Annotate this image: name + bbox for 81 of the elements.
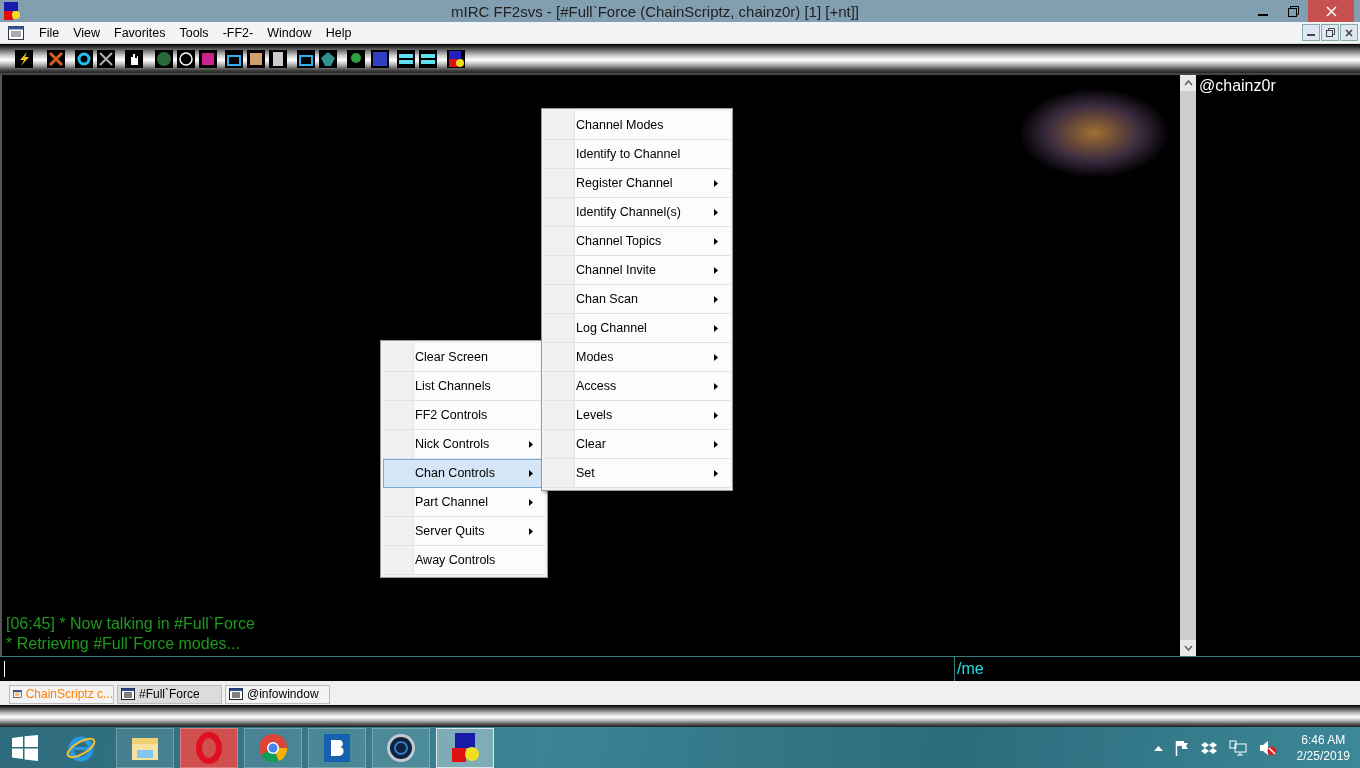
window-tab[interactable]: #Full`Force: [117, 684, 222, 704]
disc-icon: [385, 731, 417, 764]
window-title: mIRC FF2svs - [#Full`Force (ChainScriptz, chainz0r) [1] [+nt]]: [451, 2, 860, 20]
ring-icon[interactable]: [75, 49, 93, 68]
chrome-style-icon: [257, 731, 289, 764]
submenu-item[interactable]: Set: [544, 459, 730, 488]
letter-b-app-icon: [321, 731, 353, 764]
cross-icon[interactable]: [97, 49, 115, 68]
mirc-logo-icon: [449, 731, 481, 764]
chat-line: * Retrieving #Full`Force modes...: [6, 634, 241, 654]
scroll-up-icon[interactable]: [1183, 80, 1193, 86]
submenu-item[interactable]: Channel Invite: [544, 256, 730, 285]
submenu-item[interactable]: Identify Channel(s): [544, 198, 730, 227]
chat-line: [06:45] * Now talking in #Full`Force: [6, 614, 256, 634]
tile-icon[interactable]: [199, 49, 217, 68]
context-menu-item[interactable]: Server Quits: [383, 517, 545, 546]
submenu-item[interactable]: Access: [544, 372, 730, 401]
window-icon: [229, 688, 243, 700]
window-icon[interactable]: [8, 25, 24, 40]
globe-icon[interactable]: [347, 49, 365, 68]
gem-icon[interactable]: [319, 49, 337, 68]
restore-button[interactable]: [1321, 24, 1339, 41]
close-icon: [1345, 28, 1353, 37]
command-input-field[interactable]: /me: [954, 657, 1360, 681]
tile-icon[interactable]: [247, 49, 265, 68]
taskbar-button[interactable]: [372, 727, 430, 768]
show-hidden-icons-icon[interactable]: [1153, 744, 1163, 751]
submenu-item[interactable]: Chan Scan: [544, 285, 730, 314]
url-icon[interactable]: [371, 49, 389, 68]
clock[interactable]: 6:46 AM 2/25/2019: [1296, 731, 1350, 764]
close-button[interactable]: [1340, 24, 1358, 41]
restore-icon: [1287, 5, 1299, 17]
window-icon[interactable]: [225, 49, 243, 68]
menu-item[interactable]: File: [32, 25, 67, 40]
lightning-icon[interactable]: [15, 49, 33, 68]
taskbar-button[interactable]: [308, 727, 366, 768]
submenu-item[interactable]: Clear: [544, 430, 730, 459]
menu-item[interactable]: Tools: [172, 25, 216, 40]
submenu-item[interactable]: Levels: [544, 401, 730, 430]
submenu-item[interactable]: Channel Modes: [544, 111, 730, 140]
mirc-logo-icon: [3, 2, 21, 20]
context-menu-item[interactable]: Away Controls: [383, 546, 545, 575]
minimize-button[interactable]: [1302, 24, 1320, 41]
clock-icon[interactable]: [177, 49, 195, 68]
window-icon: [13, 688, 22, 700]
bars-icon[interactable]: [397, 49, 415, 68]
windows-start-icon[interactable]: [12, 734, 38, 761]
flag-icon[interactable]: [1174, 739, 1189, 756]
window-tab[interactable]: @infowindow: [225, 684, 330, 704]
taskbar-button[interactable]: [116, 727, 174, 768]
scroll-down-icon[interactable]: [1183, 645, 1193, 651]
mirc-logo-icon[interactable]: [447, 49, 465, 68]
text-icon[interactable]: [269, 49, 287, 68]
submenu-item[interactable]: Channel Topics: [544, 227, 730, 256]
bars-icon[interactable]: [419, 49, 437, 68]
hand-icon[interactable]: [125, 49, 143, 68]
muted-speaker-icon[interactable]: [1258, 739, 1277, 756]
window-icon[interactable]: [297, 49, 315, 68]
taskbar-button[interactable]: [436, 727, 494, 768]
menu-item[interactable]: Favorites: [107, 25, 173, 40]
menu-item[interactable]: Help: [318, 25, 359, 40]
dropbox-style-icon[interactable]: [1200, 740, 1217, 755]
cross-icon[interactable]: [47, 49, 65, 68]
minimize-icon: [1307, 34, 1315, 36]
submenu-item[interactable]: Modes: [544, 343, 730, 372]
minimize-icon: [1258, 13, 1268, 16]
submenu-item[interactable]: Identify to Channel: [544, 140, 730, 169]
clock-time: 6:46 AM: [1301, 731, 1346, 748]
submenu-item[interactable]: Register Channel: [544, 169, 730, 198]
ring-o-icon: [193, 731, 225, 764]
context-menu-item[interactable]: Part Channel: [383, 488, 545, 517]
menu-item[interactable]: Window: [260, 25, 319, 40]
window-icon: [121, 688, 135, 700]
menu-item[interactable]: View: [66, 25, 108, 40]
submenu-item[interactable]: Log Channel: [544, 314, 730, 343]
clock-date: 2/25/2019: [1296, 747, 1350, 764]
nick-item[interactable]: @chainz0r: [1199, 77, 1357, 95]
close-icon: [1325, 5, 1337, 17]
restore-icon: [1325, 28, 1335, 37]
menu-item[interactable]: -FF2-: [215, 25, 261, 40]
network-icon[interactable]: [1228, 739, 1247, 756]
